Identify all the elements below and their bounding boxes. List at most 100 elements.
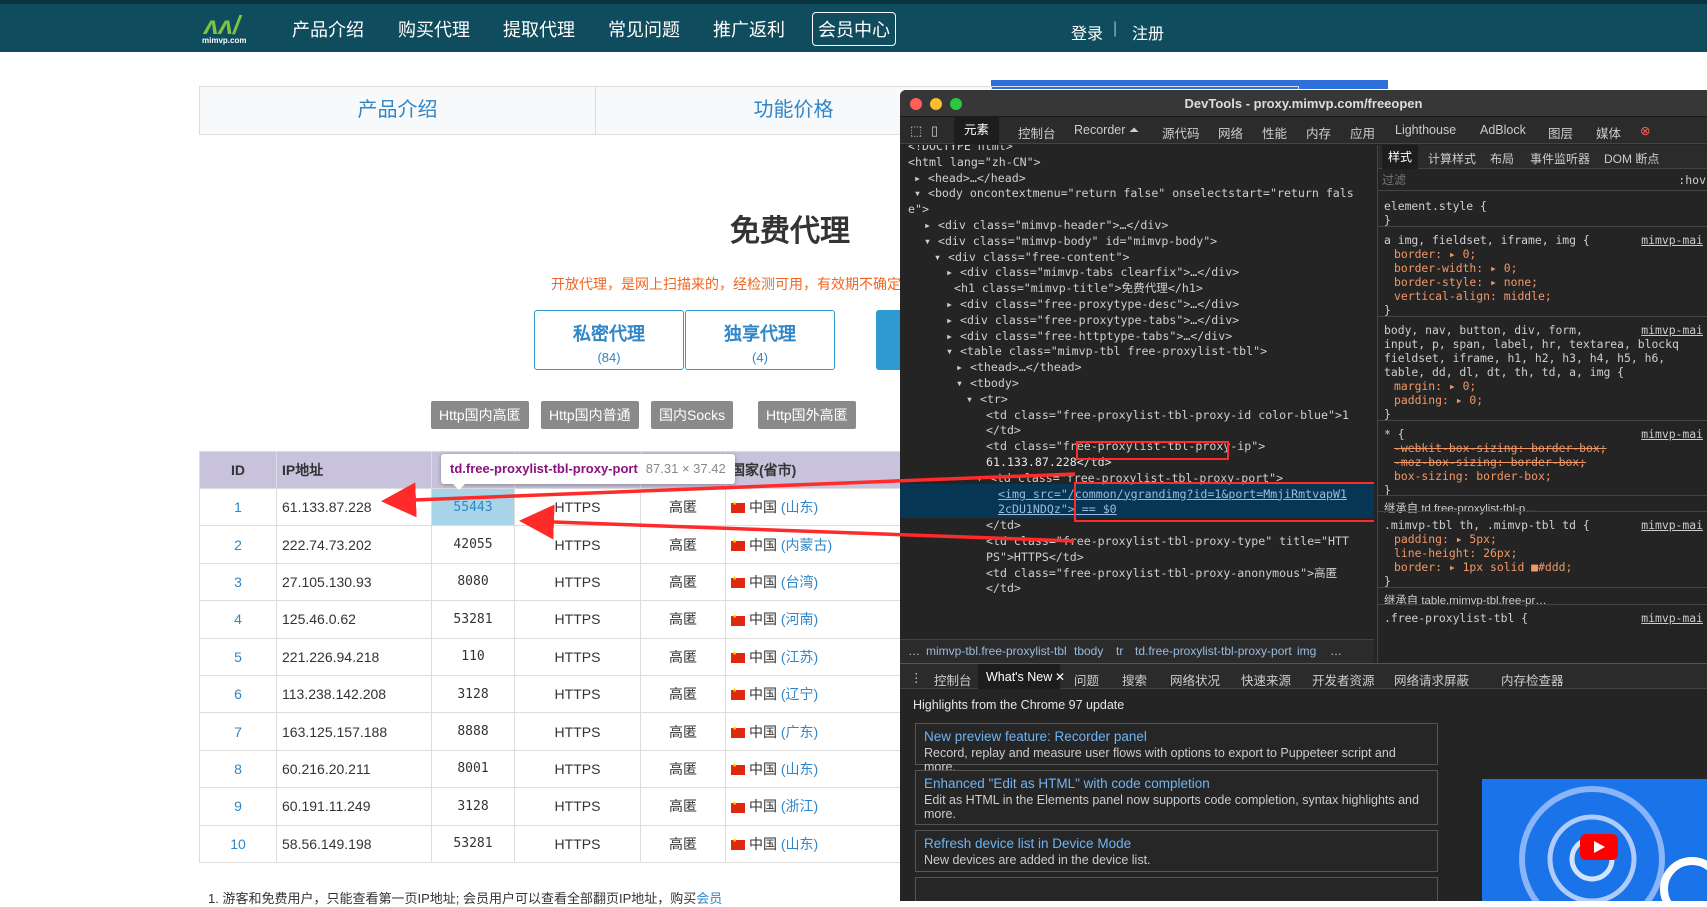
style-rule-line[interactable]: vertical-align: middle; [1394, 289, 1552, 303]
cell-id[interactable]: 7 [199, 712, 277, 751]
breadcrumb-img[interactable]: img [1297, 640, 1316, 662]
province-link[interactable]: (内蒙古) [781, 537, 832, 553]
province-link[interactable]: (山东) [781, 761, 818, 777]
whats-new-card[interactable] [915, 877, 1438, 901]
province-link[interactable]: (广东) [781, 724, 818, 740]
youtube-play-icon[interactable] [1580, 834, 1618, 860]
tab-network[interactable]: 网络 [1218, 123, 1243, 142]
styles-filter-input[interactable] [1382, 171, 1636, 189]
dom-node-line[interactable]: <h1 class="mimvp-title">免费代理</h1> [954, 280, 1203, 297]
tab-sources[interactable]: 源代码 [1162, 123, 1200, 142]
dom-node-line[interactable]: </td> [986, 517, 1021, 534]
style-rule-line[interactable]: box-sizing: border-box; [1394, 469, 1552, 483]
whats-new-card[interactable]: Refresh device list in Device Mode New d… [915, 830, 1438, 872]
tab-lighthouse[interactable]: Lighthouse [1395, 123, 1456, 137]
dom-node-line[interactable]: <td class="free-proxylist-tbl-proxy-id c… [986, 407, 1349, 424]
cell-id[interactable]: 2 [199, 525, 277, 564]
style-rule-line[interactable]: table, dd, dl, dt, th, td, a, img { [1384, 365, 1624, 379]
http-type-foreign-elite[interactable]: Http国外高匿 [758, 401, 856, 429]
style-rule-line[interactable]: padding: ▸ 5px; [1394, 532, 1497, 546]
dom-node-line[interactable]: ▸ <div class="free-httptype-tabs">…</div… [946, 328, 1232, 345]
drawer-tab-memory-inspector[interactable]: 内存检查器 [1501, 670, 1564, 689]
breadcrumb-table[interactable]: mimvp-tbl.free-proxylist-tbl [926, 640, 1067, 662]
style-rule-line[interactable]: fieldset, iframe, h1, h2, h3, h4, h5, h6… [1384, 351, 1665, 365]
style-rule-line[interactable]: -moz-box-sizing: border-box; [1394, 455, 1586, 469]
card-title[interactable]: New preview feature: Recorder panel [924, 729, 1429, 744]
province-link[interactable]: (江苏) [781, 649, 818, 665]
style-rule-line[interactable]: border-style: ▸ none; [1394, 275, 1538, 289]
tab-layout[interactable]: 布局 [1490, 150, 1514, 167]
dom-node-line[interactable]: <html lang="zh-CN"> [908, 154, 1041, 171]
style-source-link[interactable]: mimvp-mai [1641, 611, 1703, 625]
breadcrumb-td[interactable]: td.free-proxylist-tbl-proxy-port [1135, 640, 1292, 662]
style-source-link[interactable]: mimvp-mai [1641, 518, 1703, 532]
cell-id[interactable]: 4 [199, 600, 277, 639]
style-rule-line[interactable]: -webkit-box-sizing: border-box; [1394, 441, 1607, 455]
cell-id[interactable]: 3 [199, 562, 277, 602]
dom-node-line[interactable]: </td> [986, 580, 1021, 597]
drawer-menu-icon[interactable]: ⋮ [910, 670, 923, 685]
style-rule-line[interactable]: } [1384, 407, 1391, 421]
error-badge-icon[interactable]: ⊗ [1640, 123, 1650, 138]
breadcrumb-ellipsis[interactable]: … [908, 640, 920, 662]
nav-affiliate[interactable]: 推广返利 [713, 16, 785, 42]
tab-performance[interactable]: 性能 [1262, 123, 1287, 142]
dom-node-line[interactable]: ▾ <table class="mimvp-tbl free-proxylist… [946, 343, 1267, 360]
whats-new-card[interactable]: Enhanced "Edit as HTML" with code comple… [915, 770, 1438, 825]
card-title[interactable]: Enhanced "Edit as HTML" with code comple… [924, 776, 1429, 791]
http-type-domestic-socks[interactable]: 国内Socks [651, 401, 734, 429]
dom-node-line[interactable]: e"> [908, 201, 929, 218]
drawer-tab-whats-new[interactable]: What's New [978, 664, 1061, 690]
style-rule-line[interactable]: } [1384, 303, 1391, 317]
tab-layers[interactable]: 图层 [1548, 123, 1573, 142]
site-logo[interactable]: ʌʌ/ mimvp.com [200, 8, 254, 46]
drawer-tab-search[interactable]: 搜索 [1122, 670, 1147, 689]
whats-new-card[interactable]: New preview feature: Recorder panel Reco… [915, 723, 1438, 774]
http-type-domestic-normal[interactable]: Http国内普通 [541, 401, 639, 429]
style-rule-line[interactable]: } [1384, 574, 1391, 588]
style-source-link[interactable]: mimvp-mai [1641, 233, 1703, 247]
hov-toggle[interactable]: :hov [1678, 173, 1706, 187]
breadcrumb-tbody[interactable]: tbody [1074, 640, 1103, 662]
style-rule-line[interactable]: element.style { [1384, 199, 1487, 213]
drawer-tab-quick-source[interactable]: 快速来源 [1241, 670, 1291, 689]
style-rule-line[interactable]: a img, fieldset, iframe, img { [1384, 233, 1590, 247]
inspect-icon[interactable]: ⬚ [910, 123, 922, 139]
style-rule-line[interactable]: } [1384, 213, 1391, 227]
style-rule-line[interactable]: padding: ▸ 0; [1394, 393, 1483, 407]
dom-node-line[interactable]: ▸ <head>…</head> [914, 170, 1026, 187]
style-rule-line[interactable]: 继承自 table.mimvp-tbl.free-pr… [1384, 594, 1547, 608]
drawer-tab-console[interactable]: 控制台 [934, 670, 972, 689]
dom-node-line[interactable]: ▸ <div class="mimvp-tabs clearfix">…</di… [946, 264, 1239, 281]
dom-node-line[interactable]: ▾ <div class="mimvp-body" id="mimvp-body… [924, 233, 1217, 250]
dom-node-line[interactable]: </td> [986, 422, 1021, 439]
dom-node-line[interactable]: PS">HTTPS</td> [986, 549, 1084, 566]
province-link[interactable]: (河南) [781, 611, 818, 627]
device-toggle-icon[interactable]: ▯ [931, 123, 938, 139]
style-rule-line[interactable]: line-height: 26px; [1394, 546, 1517, 560]
nav-faq[interactable]: 常见问题 [608, 16, 680, 42]
footnote-member-link[interactable]: 会员 [696, 891, 722, 906]
province-link[interactable]: (山东) [781, 836, 818, 852]
tab-application[interactable]: 应用 [1350, 123, 1375, 142]
register-link[interactable]: 注册 [1132, 20, 1164, 44]
style-rule-line[interactable]: margin: ▸ 0; [1394, 379, 1476, 393]
drawer-tab-request-blocking[interactable]: 网络请求屏蔽 [1394, 670, 1469, 689]
tab-elements[interactable]: 元素 [954, 117, 1000, 144]
tab-adblock[interactable]: AdBlock [1480, 123, 1526, 137]
dom-node-line[interactable]: ▾ <tbody> [956, 375, 1019, 392]
cell-id[interactable]: 10 [199, 824, 277, 863]
cell-id[interactable]: 1 [199, 487, 277, 527]
province-link[interactable]: (山东) [781, 499, 818, 515]
cell-id[interactable]: 6 [199, 674, 277, 714]
proxy-type-private[interactable]: 私密代理 (84) [534, 310, 684, 370]
style-source-link[interactable]: mimvp-mai [1641, 323, 1703, 337]
cell-id[interactable]: 5 [199, 637, 277, 676]
dom-node-line[interactable]: ▸ <div class="mimvp-header">…</div> [924, 217, 1168, 234]
tab-styles[interactable]: 样式 [1382, 145, 1419, 169]
login-link[interactable]: 登录 [1071, 20, 1103, 44]
dom-node-line[interactable]: ▾ <div class="free-content"> [934, 249, 1129, 266]
tab-computed[interactable]: 计算样式 [1428, 150, 1476, 167]
nav-member-center[interactable]: 会员中心 [812, 12, 896, 46]
drawer-tab-network-conditions[interactable]: 网络状况 [1170, 670, 1220, 689]
